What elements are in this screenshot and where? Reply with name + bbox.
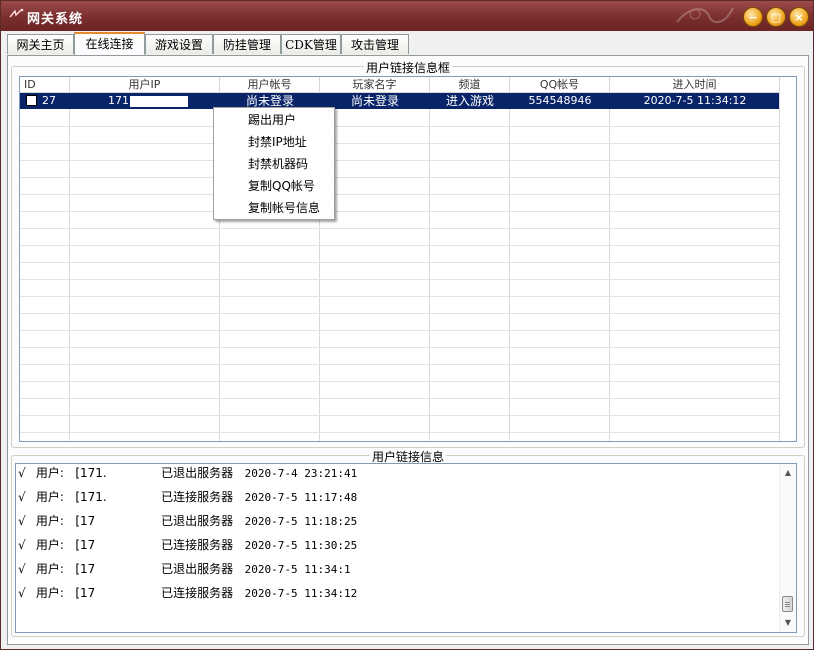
- redaction-mask: [108, 468, 158, 594]
- check-icon: √: [18, 514, 26, 528]
- column-header-time[interactable]: 进入时间: [610, 77, 780, 92]
- maximize-icon: □: [770, 11, 782, 24]
- app-window: 网关系统 − □ × 网关主页 在线连接 游戏设置 防挂管理 CDK管理 攻击管…: [0, 0, 814, 650]
- log-line: √ 用户: [17 已连接服务器 2020-7-5 11:34:12: [18, 586, 358, 600]
- scroll-up-icon[interactable]: ▲: [780, 466, 796, 480]
- menu-item-copy-qq[interactable]: 复制QQ帐号: [215, 176, 333, 197]
- title-bar[interactable]: 网关系统 − □ ×: [1, 1, 813, 31]
- log-scrollbar[interactable]: ▲ ▼: [779, 464, 796, 632]
- connections-group-title: 用户链接信息框: [363, 61, 452, 75]
- minimize-icon: −: [748, 11, 758, 24]
- menu-item-ban-machine-code[interactable]: 封禁机器码: [215, 154, 333, 175]
- tab-cdk-management[interactable]: CDK管理: [281, 34, 341, 54]
- column-header-qq[interactable]: QQ帐号: [510, 77, 610, 92]
- check-icon: √: [18, 490, 26, 504]
- tab-online-connections[interactable]: 在线连接: [74, 32, 145, 55]
- menu-item-copy-account-info[interactable]: 复制帐号信息: [215, 198, 333, 219]
- titlebar-decoration: [676, 7, 734, 24]
- scroll-down-icon[interactable]: ▼: [780, 616, 796, 630]
- connection-log[interactable]: √ 用户: [171. 已退出服务器 2020-7-4 23:21:41 √ 用…: [15, 463, 797, 633]
- scroll-thumb[interactable]: [782, 596, 793, 612]
- window-title: 网关系统: [27, 12, 84, 27]
- close-icon: ×: [794, 11, 804, 24]
- tab-attack-management[interactable]: 攻击管理: [341, 34, 409, 54]
- gateway-icon: [9, 8, 25, 22]
- column-header-ip[interactable]: 用户IP: [70, 77, 220, 92]
- log-line: √ 用户: [171. 已退出服务器 2020-7-4 23:21:41: [18, 466, 358, 480]
- log-line: √ 用户: [17 已连接服务器 2020-7-5 11:30:25: [18, 538, 358, 552]
- check-icon: √: [18, 466, 26, 480]
- row-id: 27: [42, 94, 56, 107]
- close-button[interactable]: ×: [789, 7, 809, 27]
- table-scrollbar[interactable]: [779, 77, 796, 441]
- row-qq: 554548946: [528, 94, 592, 107]
- menu-item-kick-user[interactable]: 踢出用户: [215, 110, 333, 131]
- column-header-channel[interactable]: 频道: [430, 77, 510, 92]
- redaction-mask: [130, 96, 188, 107]
- menu-item-ban-ip[interactable]: 封禁IP地址: [215, 132, 333, 153]
- row-time: 2020-7-5 11:34:12: [643, 94, 747, 107]
- tab-gateway-home[interactable]: 网关主页: [7, 34, 74, 54]
- row-channel: 进入游戏: [445, 94, 494, 108]
- connections-table[interactable]: ID 用户IP 用户帐号 玩家名字 频道 QQ帐号 进入时间 27 171. 尚…: [19, 76, 797, 442]
- row-player: 尚未登录: [350, 94, 399, 108]
- minimize-button[interactable]: −: [743, 7, 763, 27]
- tab-anti-cheat[interactable]: 防挂管理: [213, 34, 281, 54]
- check-icon: √: [18, 586, 26, 600]
- column-header-account[interactable]: 用户帐号: [220, 77, 320, 92]
- check-icon: √: [18, 538, 26, 552]
- tab-game-settings[interactable]: 游戏设置: [145, 34, 213, 54]
- column-header-player[interactable]: 玩家名字: [320, 77, 430, 92]
- row-checkbox[interactable]: [26, 95, 37, 106]
- check-icon: √: [18, 562, 26, 576]
- table-header: ID 用户IP 用户帐号 玩家名字 频道 QQ帐号 进入时间: [20, 77, 796, 93]
- maximize-button[interactable]: □: [766, 7, 786, 27]
- log-group-title: 用户链接信息: [369, 450, 446, 464]
- row-ip: 171.: [108, 94, 133, 107]
- log-line: √ 用户: [171. 已连接服务器 2020-7-5 11:17:48: [18, 490, 358, 504]
- log-line: √ 用户: [17 已退出服务器 2020-7-5 11:18:25: [18, 514, 358, 528]
- context-menu: 踢出用户 封禁IP地址 封禁机器码 复制QQ帐号 复制帐号信息: [213, 107, 335, 220]
- column-header-id[interactable]: ID: [20, 77, 70, 92]
- log-line: √ 用户: [17 已退出服务器 2020-7-5 11:34:1: [18, 562, 351, 576]
